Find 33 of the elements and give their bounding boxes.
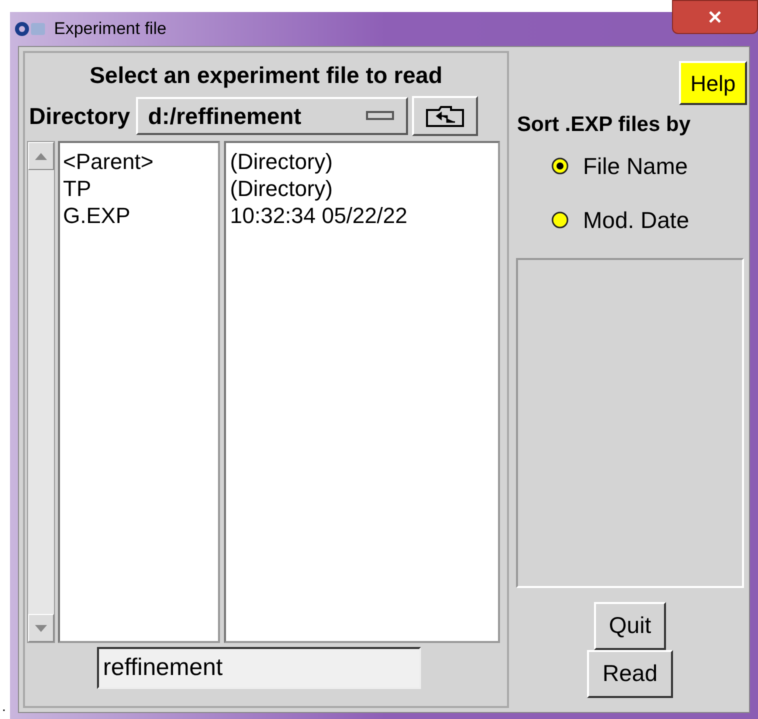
window-title: Experiment file (54, 18, 166, 40)
stray-mark: . (2, 697, 6, 716)
directory-label: Directory (29, 102, 130, 131)
parent-folder-button[interactable] (412, 96, 478, 136)
directory-dropdown[interactable]: d:/reffinement (136, 97, 408, 135)
app-logo-icon (14, 21, 48, 37)
radio-label[interactable]: File Name (583, 148, 688, 183)
file-info-list[interactable]: (Directory) (Directory) 10:32:34 05/22/22 (224, 141, 500, 643)
file-name-list[interactable]: <Parent> TP G.EXP (58, 141, 220, 643)
scroll-up-button[interactable] (28, 142, 54, 170)
sort-radio[interactable]: File Name (551, 148, 690, 183)
folder-up-icon (424, 104, 465, 128)
file-info[interactable]: (Directory) (230, 148, 498, 175)
file-name[interactable]: <Parent> (63, 148, 218, 175)
file-name[interactable]: G.EXP (63, 202, 218, 229)
close-icon (708, 11, 722, 23)
down-arrow-icon (35, 624, 47, 632)
help-button[interactable]: Help (679, 61, 747, 105)
action-button[interactable]: Read (587, 650, 673, 698)
radio-label[interactable]: Mod. Date (583, 203, 690, 238)
close-button[interactable] (672, 0, 758, 34)
panel-heading: Select an experiment file to read (88, 61, 444, 89)
sort-radio[interactable]: Mod. Date (551, 203, 690, 238)
sort-label: Sort .EXP files by (517, 112, 691, 138)
file-info[interactable]: (Directory) (230, 175, 498, 202)
dropdown-indicator-icon (366, 111, 394, 121)
file-name[interactable]: TP (63, 175, 218, 202)
scroll-down-button[interactable] (28, 614, 54, 642)
file-name-field[interactable]: reffinement (97, 647, 421, 689)
scrollbar[interactable] (27, 141, 55, 643)
up-arrow-icon (35, 152, 47, 160)
file-info[interactable]: 10:32:34 05/22/22 (230, 202, 498, 229)
action-button[interactable]: Quit (594, 602, 666, 650)
